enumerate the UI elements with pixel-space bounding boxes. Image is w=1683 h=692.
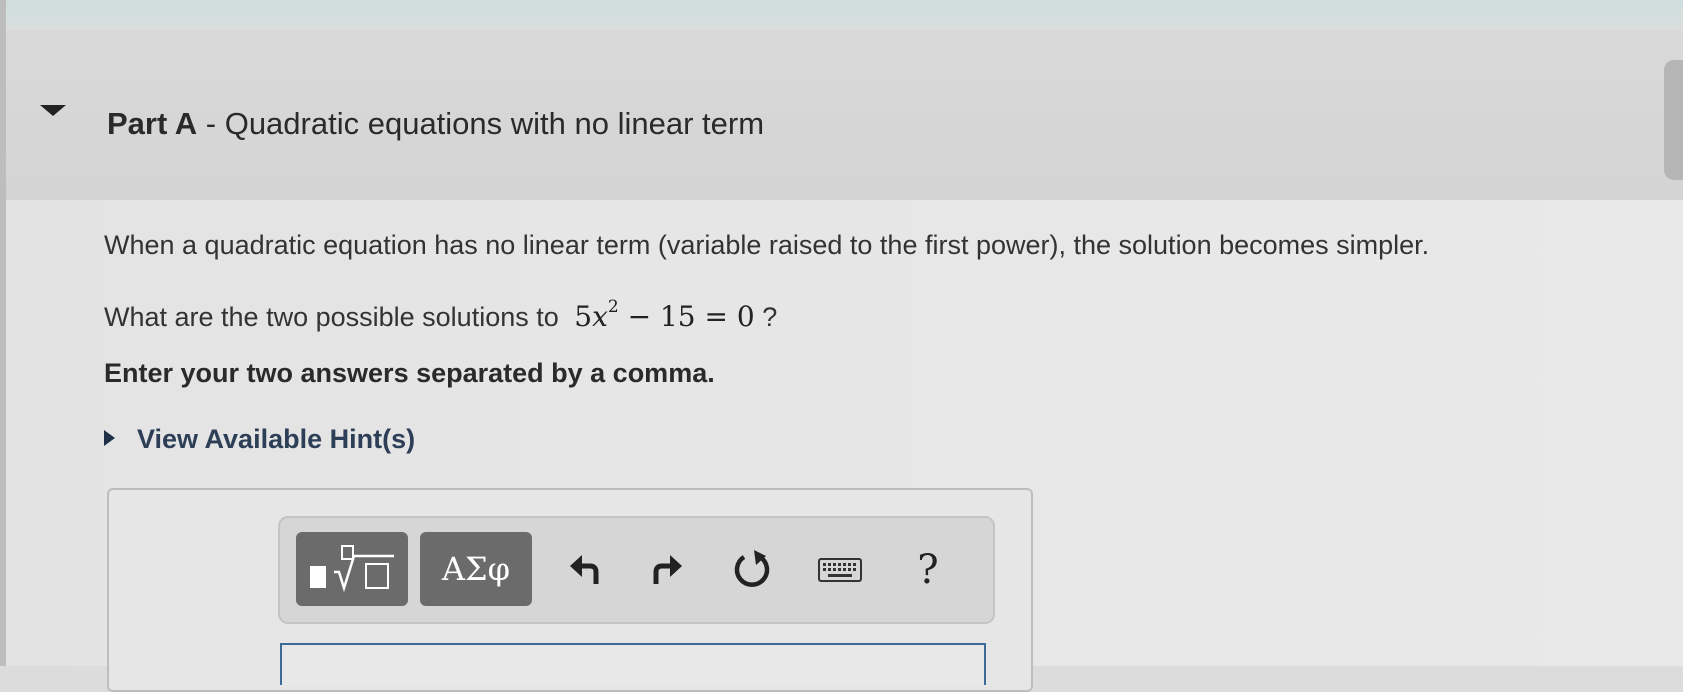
undo-icon <box>570 555 599 584</box>
question-text: What are the two possible solutions to 5… <box>104 297 777 333</box>
question-suffix: ? <box>754 302 778 332</box>
instruction-text: Enter your two answers separated by a co… <box>104 358 715 388</box>
equation-rest: − 15 = 0 <box>618 300 755 333</box>
part-title[interactable]: Part A - Quadratic equations with no lin… <box>107 106 764 142</box>
part-label: Part A <box>107 106 198 141</box>
greek-symbols-button[interactable]: ΑΣφ <box>420 532 532 606</box>
part-title-text: - Quadratic equations with no linear ter… <box>197 106 765 141</box>
help-button[interactable]: ? <box>900 538 956 602</box>
templates-icon <box>310 545 394 593</box>
equation: 5x2 − 15 = 0 <box>574 297 755 333</box>
keyboard-icon <box>818 558 862 582</box>
top-strip <box>0 0 1683 30</box>
redo-button[interactable] <box>638 538 694 602</box>
reset-button[interactable] <box>724 538 780 602</box>
intro-text: When a quadratic equation has no linear … <box>104 230 1430 260</box>
undo-button[interactable] <box>558 538 614 602</box>
expand-caret-icon <box>104 430 115 446</box>
reset-icon <box>734 550 770 587</box>
equation-coefficient: 5 <box>574 300 593 333</box>
collapse-caret-icon[interactable] <box>40 105 66 116</box>
left-edge <box>0 0 6 666</box>
equation-variable: x <box>592 300 608 333</box>
keyboard-button[interactable] <box>812 538 868 602</box>
hint-label: View Available Hint(s) <box>137 424 416 454</box>
redo-icon <box>653 555 682 584</box>
templates-button[interactable] <box>296 532 408 606</box>
math-toolbar: ΑΣφ ? <box>278 516 995 624</box>
answer-input[interactable] <box>280 643 986 685</box>
view-hints-link[interactable]: View Available Hint(s) <box>104 424 415 455</box>
question-prefix: What are the two possible solutions to <box>104 302 559 332</box>
scrollbar-thumb[interactable] <box>1664 60 1683 180</box>
equation-exponent: 2 <box>607 297 619 317</box>
